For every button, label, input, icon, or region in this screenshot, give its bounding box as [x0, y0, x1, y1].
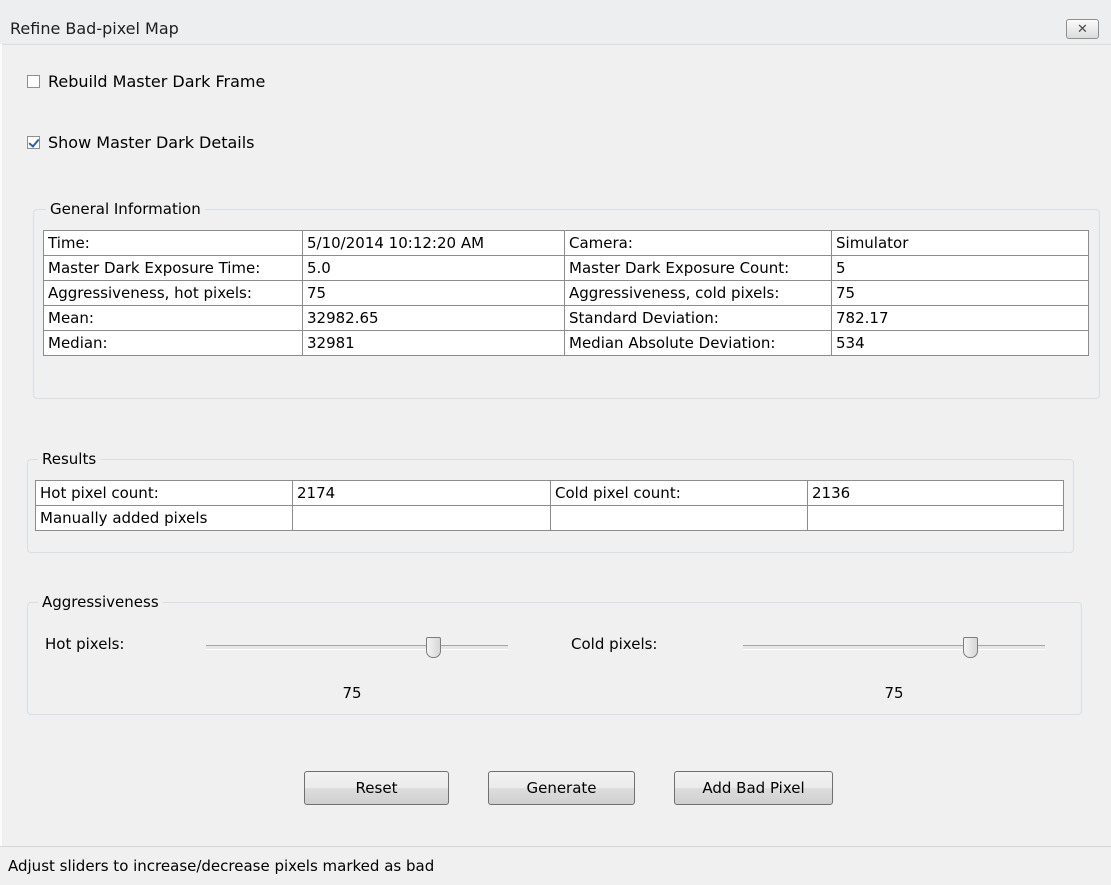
field-value	[292, 505, 551, 531]
generate-button[interactable]: Generate	[488, 771, 635, 805]
aggressiveness-legend: Aggressiveness	[38, 593, 163, 611]
cold-pixels-label: Cold pixels:	[571, 635, 658, 653]
add-bad-pixel-button[interactable]: Add Bad Pixel	[674, 771, 833, 805]
field-label: Time:	[43, 230, 303, 256]
close-icon: ✕	[1077, 21, 1088, 37]
hot-pixels-thumb[interactable]	[425, 637, 441, 658]
window-title: Refine Bad-pixel Map	[10, 19, 179, 38]
close-button[interactable]: ✕	[1066, 19, 1099, 39]
general-information-table: Time: 5/10/2014 10:12:20 AM Camera: Simulat…	[43, 230, 1089, 356]
results-legend: Results	[38, 450, 101, 468]
status-bar: Adjust sliders to increase/decrease pixe…	[0, 846, 1111, 885]
field-label	[550, 505, 808, 531]
table-row: Hot pixel count: 2174 Cold pixel count: 213…	[35, 480, 1064, 506]
field-value: 75	[831, 280, 1089, 306]
field-label: Camera:	[564, 230, 832, 256]
field-label: Master Dark Exposure Count:	[564, 255, 832, 281]
window-edge	[0, 44, 2, 846]
rebuild-master-dark-label[interactable]: Rebuild Master Dark Frame	[48, 72, 265, 91]
field-label: Median Absolute Deviation:	[564, 330, 832, 356]
show-master-dark-details-option[interactable]: Show Master Dark Details	[27, 133, 255, 152]
cold-pixels-value: 75	[884, 684, 904, 702]
field-value: 534	[831, 330, 1089, 356]
field-label: Manually added pixels	[35, 505, 293, 531]
hot-pixels-value: 75	[342, 684, 362, 702]
reset-button[interactable]: Reset	[304, 771, 449, 805]
table-row: Time: 5/10/2014 10:12:20 AM Camera: Simulat…	[43, 230, 1089, 256]
field-label: Master Dark Exposure Time:	[43, 255, 303, 281]
cold-pixels-track[interactable]	[743, 645, 1045, 650]
field-value: Simulator	[831, 230, 1089, 256]
field-label: Cold pixel count:	[550, 480, 808, 506]
table-row: Manually added pixels	[35, 505, 1064, 531]
field-value: 5.0	[302, 255, 565, 281]
field-label: Mean:	[43, 305, 303, 331]
hot-pixels-track[interactable]	[206, 645, 508, 650]
field-value: 2136	[807, 480, 1064, 506]
field-label: Aggressiveness, cold pixels:	[564, 280, 832, 306]
field-label: Hot pixel count:	[35, 480, 293, 506]
rebuild-master-dark-checkbox[interactable]	[27, 75, 40, 88]
field-value: 5/10/2014 10:12:20 AM	[302, 230, 565, 256]
results-table: Hot pixel count: 2174 Cold pixel count: 213…	[35, 480, 1064, 531]
cold-pixels-thumb[interactable]	[962, 637, 978, 658]
table-row: Aggressiveness, hot pixels: 75 Aggressiven…	[43, 280, 1089, 306]
field-label: Standard Deviation:	[564, 305, 832, 331]
rebuild-master-dark-option[interactable]: Rebuild Master Dark Frame	[27, 72, 265, 91]
field-value: 782.17	[831, 305, 1089, 331]
table-row: Median: 32981 Median Absolute Deviation: 53…	[43, 330, 1089, 356]
table-row: Mean: 32982.65 Standard Deviation: 782.17	[43, 305, 1089, 331]
hot-pixels-label: Hot pixels:	[45, 635, 125, 653]
status-text: Adjust sliders to increase/decrease pixe…	[8, 857, 435, 875]
general-information-legend: General Information	[46, 200, 205, 218]
title-bar: Refine Bad-pixel Map ✕	[0, 0, 1111, 45]
show-master-dark-details-checkbox[interactable]	[27, 136, 40, 149]
table-row: Master Dark Exposure Time: 5.0 Master Dark…	[43, 255, 1089, 281]
field-value: 32982.65	[302, 305, 565, 331]
field-value: 5	[831, 255, 1089, 281]
field-value: 2174	[292, 480, 551, 506]
field-value	[807, 505, 1064, 531]
field-label: Median:	[43, 330, 303, 356]
show-master-dark-details-label[interactable]: Show Master Dark Details	[48, 133, 255, 152]
field-value: 32981	[302, 330, 565, 356]
field-value: 75	[302, 280, 565, 306]
field-label: Aggressiveness, hot pixels:	[43, 280, 303, 306]
